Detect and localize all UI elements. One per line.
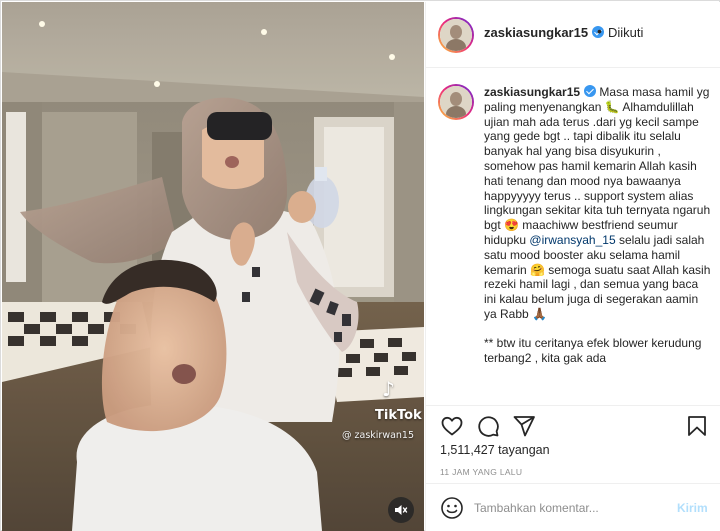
tiktok-watermark-brand: TikTok	[375, 408, 422, 423]
post-caption: zaskiasungkar15 Masa masa hamil yg palin…	[484, 85, 712, 365]
post-comment-button[interactable]: Kirim	[677, 501, 708, 515]
post-timestamp[interactable]: 11 JAM YANG LALU	[440, 467, 522, 477]
video-frame	[2, 2, 424, 531]
instagram-post-modal: ♪ TikTok @ zaskirwan15 zaskiasungkar15 •…	[0, 0, 720, 531]
smile-icon[interactable]	[440, 496, 464, 520]
mention-link[interactable]: @irwansyah_15	[529, 233, 615, 247]
header-username[interactable]: zaskiasungkar15	[484, 25, 605, 40]
caption-avatar[interactable]	[438, 84, 474, 120]
post-header: zaskiasungkar15 • Diikuti	[426, 2, 720, 68]
caption-text-part-1: Masa masa hamil yg paling menyenangkan 🐛…	[484, 85, 711, 247]
bookmark-icon[interactable]	[685, 414, 709, 438]
caption-verified-badge-icon	[584, 85, 597, 97]
caption-username[interactable]: zaskiasungkar15	[484, 85, 580, 99]
post-video[interactable]: ♪ TikTok @ zaskirwan15	[2, 2, 424, 531]
comment-bar: Kirim	[426, 483, 720, 531]
header-separator: •	[597, 23, 602, 39]
avatar[interactable]	[438, 17, 474, 53]
tiktok-watermark: ♪	[374, 377, 420, 403]
speaker-muted-icon	[395, 505, 408, 515]
following-button[interactable]: Diikuti	[608, 25, 643, 40]
comment-input[interactable]	[474, 496, 664, 520]
action-bar	[426, 405, 720, 445]
post-sidebar: zaskiasungkar15 • Diikuti zaskiasungkar1…	[425, 2, 720, 531]
tiktok-note-icon: ♪	[382, 377, 395, 401]
caption-text-part-3: ** btw itu ceritanya efek blower kerudun…	[484, 335, 702, 365]
tiktok-watermark-user: @ zaskirwan15	[342, 430, 415, 441]
view-count: 1,511,427 tayangan	[440, 443, 550, 457]
sound-toggle-button[interactable]	[388, 497, 414, 523]
caption-area: zaskiasungkar15 Masa masa hamil yg palin…	[426, 69, 720, 404]
header-username-text[interactable]: zaskiasungkar15	[484, 25, 588, 40]
comment-icon[interactable]	[476, 414, 500, 438]
heart-icon[interactable]	[440, 414, 464, 438]
share-icon[interactable]	[512, 414, 536, 438]
